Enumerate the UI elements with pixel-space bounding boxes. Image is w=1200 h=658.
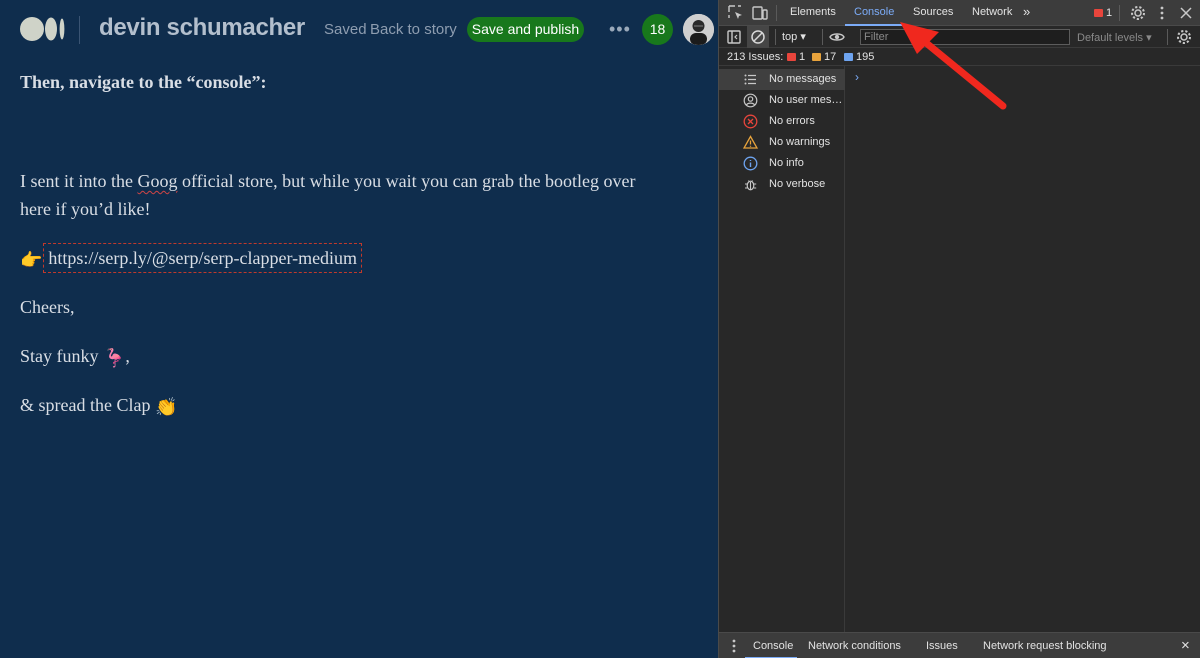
- story-paragraph: 👉 https://serp.ly/@serp/serp-clapper-medi…: [20, 243, 363, 274]
- story-text: official store, but while you wait you c…: [177, 171, 636, 191]
- gear-icon[interactable]: [1129, 4, 1147, 22]
- toolbar-separator: [776, 5, 777, 21]
- sidebar-item-messages[interactable]: No messages: [719, 69, 845, 90]
- issues-label: 213 Issues:: [727, 51, 784, 63]
- warning-square-icon: [812, 53, 821, 61]
- story-editor: devin schumacher Saved Back to story Sav…: [0, 0, 718, 658]
- devtools-tab-bar: Elements Console Sources Network » 1: [719, 0, 1200, 26]
- issues-errors-chip[interactable]: 1: [787, 51, 805, 63]
- drawer-menu-icon[interactable]: [725, 637, 743, 655]
- list-icon: [744, 74, 756, 85]
- sidebar-item-verbose[interactable]: No verbose: [719, 174, 845, 195]
- info-icon: [743, 156, 758, 171]
- console-toolbar: top ▾ Default levels ▾: [719, 26, 1200, 48]
- pointing-hand-icon: 👉: [20, 249, 43, 270]
- error-count-badge[interactable]: 1: [1094, 7, 1112, 19]
- close-icon[interactable]: [1177, 4, 1195, 22]
- error-square-icon: [787, 53, 796, 61]
- story-link[interactable]: https://serp.ly/@serp/serp-clapper-mediu…: [43, 243, 363, 273]
- header-divider: [79, 16, 80, 44]
- story-paragraph: Cheers,: [20, 297, 75, 317]
- kebab-menu-icon[interactable]: [1153, 4, 1171, 22]
- drawer-tab-network-request-blocking[interactable]: Network request blocking: [983, 640, 1107, 652]
- clear-console-button[interactable]: [747, 26, 769, 48]
- console-prompt[interactable]: ›: [855, 70, 859, 84]
- sidebar-item-errors[interactable]: No errors: [719, 111, 845, 132]
- sidebar-item-label: No errors: [769, 115, 815, 127]
- warning-icon: [743, 135, 758, 149]
- story-paragraph: here if you’d like!: [20, 199, 151, 219]
- toolbar-separator: [822, 29, 823, 45]
- sidebar-item-label: No user messages: [769, 94, 845, 106]
- error-square-icon: [1094, 9, 1103, 17]
- filter-input[interactable]: [860, 29, 1070, 45]
- misspelled-word[interactable]: Goog: [137, 171, 177, 191]
- issues-warnings-chip[interactable]: 17: [812, 51, 836, 63]
- sidebar-item-label: No info: [769, 157, 804, 169]
- error-icon: [743, 114, 758, 129]
- info-square-icon: [844, 53, 853, 61]
- inspect-element-icon[interactable]: [727, 4, 745, 22]
- sidebar-item-user-messages[interactable]: No user messages: [719, 90, 845, 111]
- story-text: ,: [125, 346, 130, 366]
- story-paragraph: Stay funky 🦩,: [20, 342, 130, 372]
- story-text: & spread the Clap: [20, 395, 155, 415]
- sidebar-item-label: No warnings: [769, 136, 831, 148]
- device-toolbar-icon[interactable]: [751, 4, 769, 22]
- console-settings-gear-icon[interactable]: [1175, 28, 1193, 46]
- story-paragraph: I sent it into the Goog official store, …: [20, 167, 636, 195]
- devtools-panel: Elements Console Sources Network » 1 top…: [718, 0, 1200, 658]
- clapping-hands-icon: 👏: [154, 396, 178, 417]
- story-text: I sent it into the: [20, 171, 138, 191]
- bug-icon: [745, 180, 757, 191]
- tab-sources[interactable]: Sources: [913, 6, 953, 18]
- saved-status: Saved: [324, 21, 367, 38]
- sidebar-item-warnings[interactable]: No warnings: [719, 132, 845, 153]
- issues-bar: 213 Issues: 1 17 195: [719, 48, 1200, 66]
- devtools-drawer-tabs: Console Network conditions Issues Networ…: [719, 632, 1200, 658]
- story-paragraph: Then, navigate to the “console”:: [20, 72, 267, 92]
- issues-error-count: 1: [799, 51, 806, 63]
- tab-elements[interactable]: Elements: [790, 6, 836, 18]
- sidebar-toggle-icon[interactable]: [725, 28, 743, 46]
- eye-icon[interactable]: [828, 28, 846, 46]
- back-to-story-link[interactable]: Back to story: [370, 21, 457, 38]
- error-count: 1: [1106, 7, 1113, 19]
- medium-logo-icon[interactable]: [20, 16, 66, 42]
- issues-info-count: 195: [856, 51, 875, 63]
- sidebar-item-info[interactable]: No info: [719, 153, 845, 174]
- story-text: Stay funky: [20, 346, 103, 366]
- story-paragraph: & spread the Clap 👏: [20, 391, 177, 421]
- flamingo-icon: 🦩: [103, 347, 126, 368]
- more-tabs-chevron-icon[interactable]: »: [1023, 4, 1030, 19]
- save-and-publish-button[interactable]: Save and publish: [467, 17, 584, 42]
- context-select[interactable]: top ▾: [782, 30, 806, 43]
- issues-warning-count: 17: [824, 51, 837, 63]
- drawer-tab-issues[interactable]: Issues: [926, 640, 958, 652]
- user-icon: [743, 93, 758, 108]
- editor-header: devin schumacher Saved Back to story Sav…: [0, 0, 718, 58]
- toolbar-separator: [1167, 29, 1168, 45]
- notification-badge[interactable]: 18: [642, 14, 673, 45]
- tab-console[interactable]: Console: [854, 6, 894, 18]
- sidebar-item-label: No messages: [769, 73, 837, 85]
- tab-network[interactable]: Network: [972, 6, 1012, 18]
- issues-info-chip[interactable]: 195: [844, 51, 874, 63]
- more-options-button[interactable]: •••: [609, 19, 631, 40]
- toolbar-separator: [1119, 5, 1120, 21]
- sidebar-item-label: No verbose: [769, 178, 826, 190]
- console-sidebar: No messages No user messages No errors N…: [719, 66, 845, 632]
- avatar[interactable]: [683, 14, 714, 45]
- avatar-image-icon: [683, 14, 714, 45]
- toolbar-separator: [775, 29, 776, 45]
- author-name: devin schumacher: [99, 14, 305, 41]
- drawer-tab-network-conditions[interactable]: Network conditions: [808, 640, 901, 652]
- log-levels-select[interactable]: Default levels ▾: [1077, 31, 1152, 44]
- clear-console-icon: [751, 30, 765, 44]
- drawer-close-icon[interactable]: ×: [1181, 637, 1190, 654]
- drawer-tab-console[interactable]: Console: [753, 640, 793, 652]
